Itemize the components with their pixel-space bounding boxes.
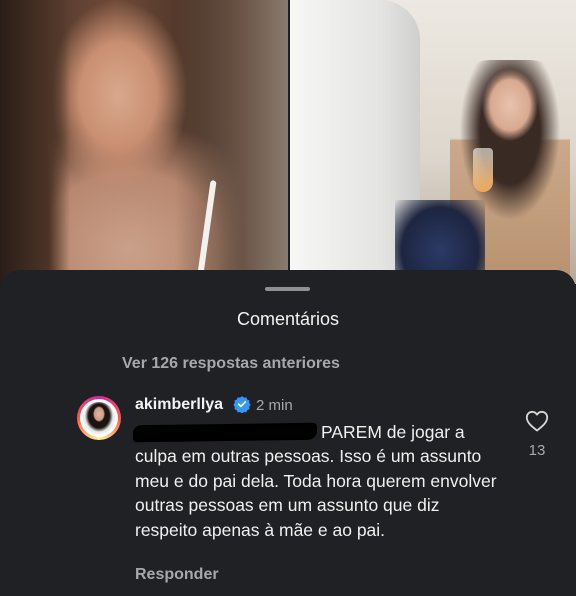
post-photo-left bbox=[0, 0, 288, 284]
comment-text-first: PAREM de jogar a bbox=[321, 422, 465, 442]
reply-button[interactable]: Responder bbox=[135, 566, 219, 584]
heart-icon[interactable] bbox=[525, 410, 549, 432]
verified-badge-icon bbox=[233, 396, 251, 413]
sheet-title: Comentários bbox=[236, 309, 340, 329]
comment-text-rest: culpa em outras pessoas. Isso é um assun… bbox=[135, 446, 497, 540]
comment-username[interactable]: akimberllya bbox=[135, 396, 223, 414]
avatar[interactable] bbox=[77, 396, 121, 440]
comment-text: PAREM de jogar a culpa em outras pessoas… bbox=[135, 420, 505, 542]
drag-handle[interactable] bbox=[265, 287, 310, 291]
comment-timestamp: 2 min bbox=[256, 397, 293, 414]
like-count: 13 bbox=[528, 442, 546, 459]
comments-sheet: Comentários Ver 126 respostas anteriores… bbox=[0, 270, 576, 596]
background-photos bbox=[0, 0, 576, 284]
view-previous-replies-link[interactable]: Ver 126 respostas anteriores bbox=[122, 355, 340, 373]
